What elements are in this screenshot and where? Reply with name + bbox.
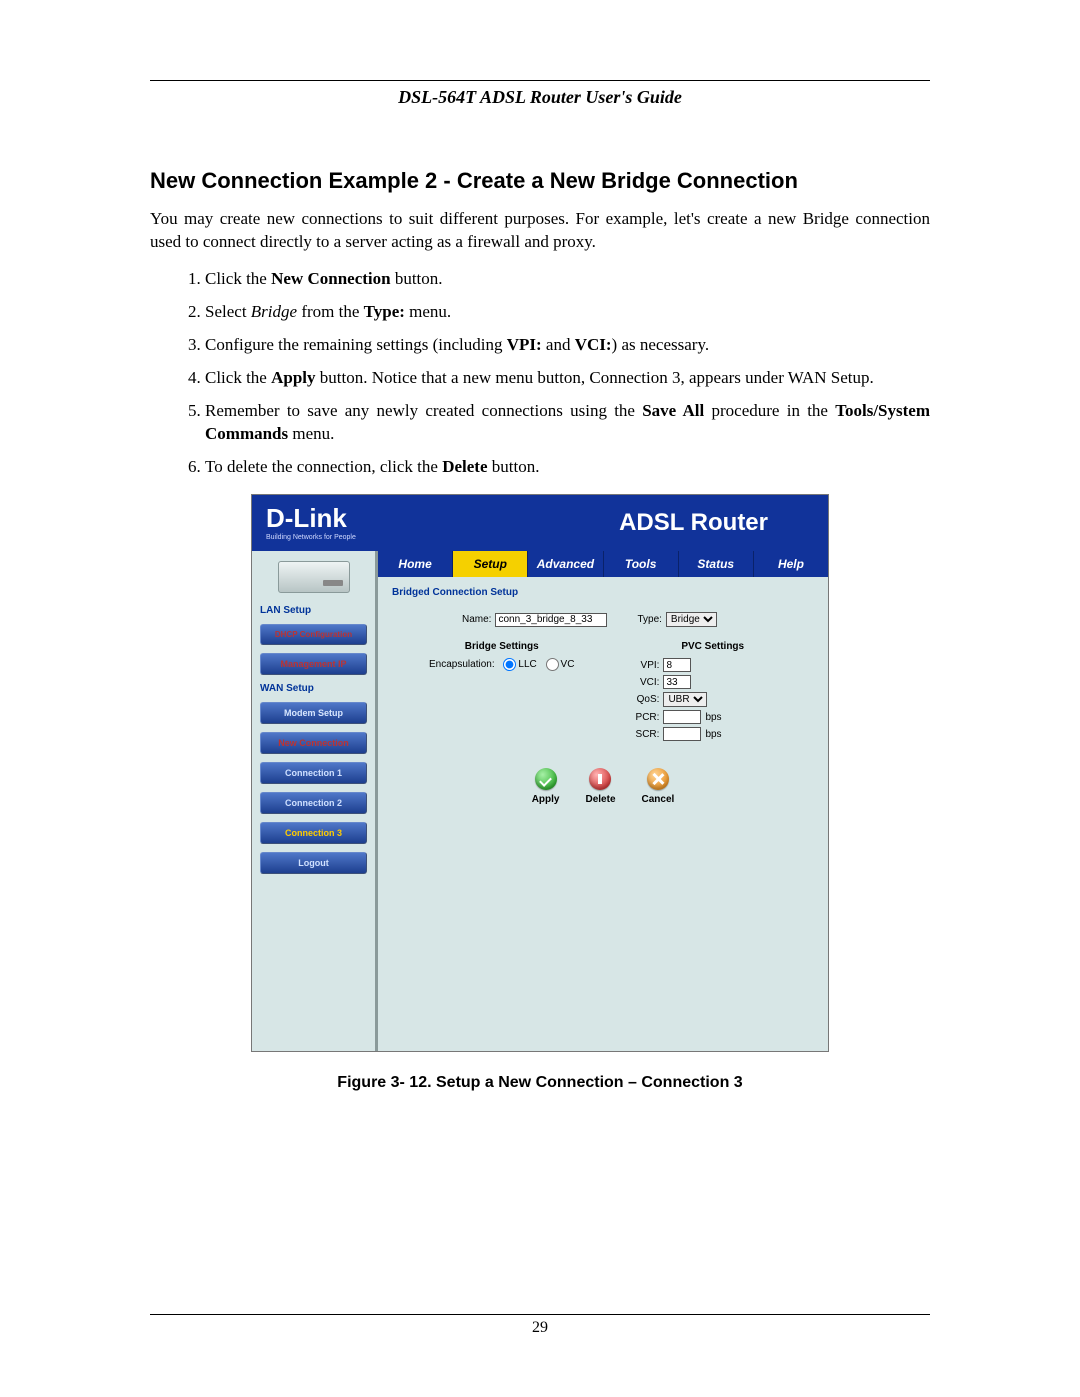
- trash-icon: [589, 768, 611, 790]
- encapsulation-label: Encapsulation:: [429, 660, 495, 671]
- name-label: Name:: [462, 614, 491, 625]
- apply-button[interactable]: Apply: [532, 768, 560, 805]
- router-screenshot: D-Link Building Networks for People ADSL…: [251, 494, 829, 1052]
- footer-rule: [150, 1314, 930, 1315]
- text: and: [542, 335, 575, 354]
- vci-input[interactable]: [663, 675, 691, 689]
- qos-label: QoS:: [611, 694, 659, 705]
- text: ) as necessary.: [612, 335, 710, 354]
- tab-tools[interactable]: Tools: [603, 551, 678, 577]
- tab-home[interactable]: Home: [378, 551, 452, 577]
- check-icon: [535, 768, 557, 790]
- delete-label: Delete: [585, 794, 615, 805]
- bold-text: Apply: [271, 368, 315, 387]
- bold-text: New Connection: [271, 269, 390, 288]
- header-rule: [150, 80, 930, 81]
- logo-text: D-Link: [266, 503, 356, 534]
- qos-select[interactable]: UBR: [663, 692, 707, 707]
- step-1: Click the New Connection button.: [205, 268, 930, 291]
- banner-title: ADSL Router: [619, 509, 768, 537]
- dlink-logo: D-Link Building Networks for People: [266, 503, 356, 541]
- router-icon: [278, 561, 350, 593]
- vpi-input[interactable]: [663, 658, 691, 672]
- sidebar-btn-logout[interactable]: Logout: [260, 852, 367, 874]
- footer: 29: [150, 1314, 930, 1337]
- header-title: DSL-564T ADSL Router User's Guide: [150, 87, 930, 108]
- section-title: New Connection Example 2 - Create a New …: [150, 168, 930, 194]
- sidebar-btn-connection3[interactable]: Connection 3: [260, 822, 367, 844]
- step-3: Configure the remaining settings (includ…: [205, 334, 930, 357]
- text: Remember to save any newly created conne…: [205, 401, 642, 420]
- text: button.: [391, 269, 443, 288]
- text: menu.: [405, 302, 451, 321]
- bold-text: VCI:: [575, 335, 612, 354]
- sidebar-btn-dhcp[interactable]: DHCP Configuration: [260, 624, 367, 645]
- vc-label: VC: [561, 660, 575, 671]
- tab-advanced[interactable]: Advanced: [527, 551, 602, 577]
- page-number: 29: [150, 1319, 930, 1337]
- text: button. Notice that a new menu button, C…: [316, 368, 874, 387]
- name-input[interactable]: [495, 613, 607, 627]
- text: Click the: [205, 368, 271, 387]
- scr-label: SCR:: [611, 729, 659, 740]
- apply-label: Apply: [532, 794, 560, 805]
- type-select[interactable]: Bridge: [666, 612, 717, 627]
- tab-help[interactable]: Help: [753, 551, 828, 577]
- bold-text: Save All: [642, 401, 704, 420]
- sidebar-btn-new-connection[interactable]: New Connection: [260, 732, 367, 754]
- sidebar-section-wan: WAN Setup: [260, 683, 367, 694]
- intro-paragraph: You may create new connections to suit d…: [150, 208, 930, 254]
- logo-subtext: Building Networks for People: [266, 534, 356, 541]
- text: from the: [297, 302, 364, 321]
- sidebar-btn-connection1[interactable]: Connection 1: [260, 762, 367, 784]
- step-4: Click the Apply button. Notice that a ne…: [205, 367, 930, 390]
- tab-bar: Home Setup Advanced Tools Status Help: [378, 551, 828, 577]
- pvc-settings-title: PVC Settings: [611, 641, 814, 652]
- bold-text: Delete: [442, 457, 487, 476]
- banner: D-Link Building Networks for People ADSL…: [252, 495, 828, 551]
- italic-text: Bridge: [251, 302, 297, 321]
- pcr-label: PCR:: [611, 712, 659, 723]
- scr-unit: bps: [705, 729, 721, 740]
- text: To delete the connection, click the: [205, 457, 442, 476]
- step-5: Remember to save any newly created conne…: [205, 400, 930, 446]
- tab-status[interactable]: Status: [678, 551, 753, 577]
- delete-button[interactable]: Delete: [585, 768, 615, 805]
- type-label: Type:: [637, 614, 661, 625]
- tab-setup[interactable]: Setup: [452, 551, 527, 577]
- cancel-label: Cancel: [642, 794, 675, 805]
- encapsulation-vc-radio[interactable]: [546, 658, 559, 671]
- cancel-button[interactable]: Cancel: [642, 768, 675, 805]
- sidebar: LAN Setup DHCP Configuration Management …: [252, 551, 378, 1051]
- sidebar-btn-modem[interactable]: Modem Setup: [260, 702, 367, 724]
- pcr-unit: bps: [705, 712, 721, 723]
- sidebar-btn-connection2[interactable]: Connection 2: [260, 792, 367, 814]
- vci-label: VCI:: [611, 677, 659, 688]
- sidebar-btn-mgmt-ip[interactable]: Management IP: [260, 653, 367, 675]
- text: menu.: [288, 424, 334, 443]
- text: procedure in the: [704, 401, 835, 420]
- text: Click the: [205, 269, 271, 288]
- bold-text: VPI:: [507, 335, 542, 354]
- step-2: Select Bridge from the Type: menu.: [205, 301, 930, 324]
- figure-caption: Figure 3- 12. Setup a New Connection – C…: [150, 1074, 930, 1092]
- encapsulation-llc-radio[interactable]: [503, 658, 516, 671]
- x-icon: [647, 768, 669, 790]
- steps-list: Click the New Connection button. Select …: [150, 268, 930, 479]
- sidebar-section-lan: LAN Setup: [260, 605, 367, 616]
- llc-label: LLC: [518, 660, 536, 671]
- step-6: To delete the connection, click the Dele…: [205, 456, 930, 479]
- scr-input[interactable]: [663, 727, 701, 741]
- bridge-settings-title: Bridge Settings: [392, 641, 611, 652]
- pcr-input[interactable]: [663, 710, 701, 724]
- text: Configure the remaining settings (includ…: [205, 335, 507, 354]
- text: Select: [205, 302, 251, 321]
- text: button.: [488, 457, 540, 476]
- content-title: Bridged Connection Setup: [392, 587, 814, 598]
- bold-text: Type:: [364, 302, 405, 321]
- vpi-label: VPI:: [611, 660, 659, 671]
